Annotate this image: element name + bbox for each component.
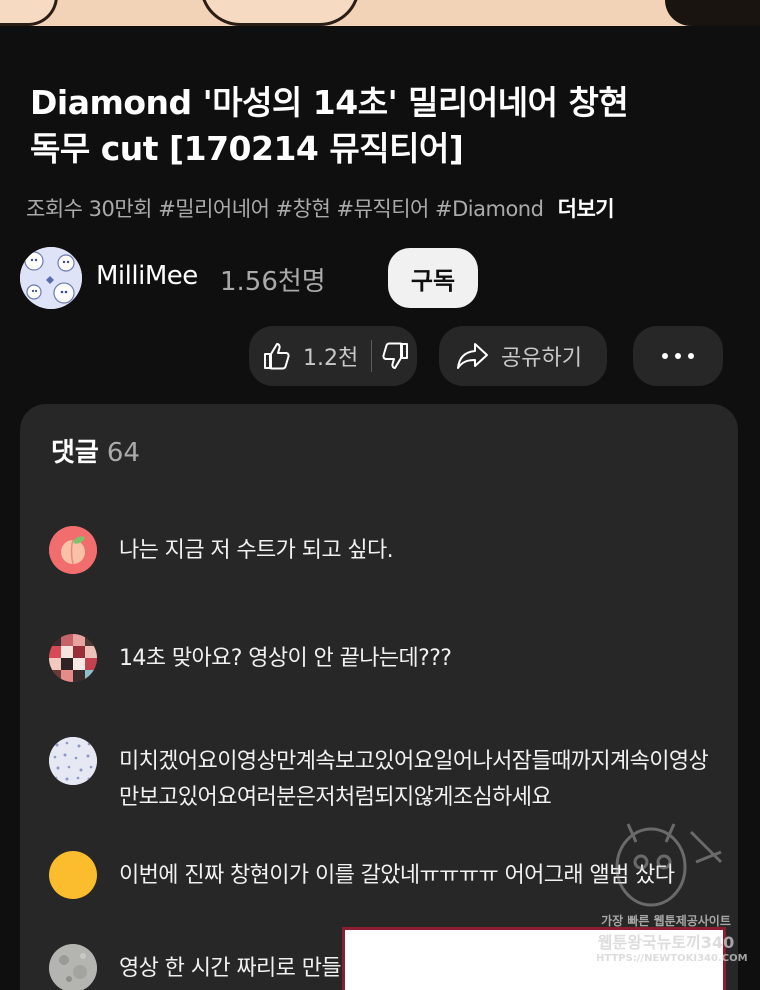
pattern-image (49, 737, 97, 785)
player-frame-graphic (200, 0, 360, 26)
more-actions-button[interactable] (633, 326, 723, 386)
share-arrow-icon (457, 343, 488, 369)
more-horizontal-icon (662, 353, 694, 359)
mosaic-image (49, 634, 97, 682)
channel-row: MilliMee 1.56천명 구독 (20, 247, 740, 309)
moon-image (49, 944, 97, 990)
pattern-avatar[interactable] (49, 737, 97, 785)
like-button[interactable]: 1.2천 (249, 326, 371, 386)
player-frame-graphic (0, 0, 58, 26)
video-title-line: 독무 cut [170214 뮤직티어] (30, 129, 464, 168)
like-count: 1.2천 (303, 346, 359, 371)
comment-text: 미치겠어요이영상만계속보고있어요일어나서잠들때까지계속이영상만보고있어요여러분은… (119, 749, 709, 810)
watermark: 가장 빠른 웹툰제공사이트 웹툰왕국뉴토끼340 HTTPS://NEWTOKI… (596, 912, 748, 964)
thumbs-down-icon (381, 342, 408, 369)
comments-header: 댓글 64 (51, 432, 140, 469)
peach-icon (49, 526, 97, 574)
more-button[interactable]: 더보기 (558, 197, 615, 221)
video-title-line: Diamond '마성의 14초' 밀리어네어 창현 (30, 83, 629, 122)
comments-title: 댓글 (51, 438, 99, 468)
thumbs-up-icon (264, 343, 290, 370)
channel-name[interactable]: MilliMee (96, 261, 198, 291)
comment-text: 14초 맞아요? 영상이 안 끝나는데??? (119, 646, 452, 671)
share-button[interactable]: 공유하기 (439, 326, 607, 386)
comments-count: 64 (106, 438, 140, 468)
watermark-line: 웹툰왕국뉴토끼340 (597, 933, 735, 952)
like-dislike-group: 1.2천 (249, 326, 417, 386)
share-label: 공유하기 (501, 346, 582, 371)
video-title: Diamond '마성의 14초' 밀리어네어 창현 독무 cut [17021… (30, 80, 730, 172)
yellow-avatar[interactable] (49, 851, 97, 899)
watermark-line: 가장 빠른 웹툰제공사이트 (601, 914, 731, 928)
peach-avatar[interactable] (49, 526, 97, 574)
player-frame-graphic (665, 0, 760, 26)
moon-avatar[interactable] (49, 944, 97, 990)
comment-text: 나는 지금 저 수트가 되고 싶다. (119, 538, 394, 563)
subscriber-count: 1.56천명 (220, 267, 326, 297)
subscribe-button[interactable]: 구독 (388, 248, 478, 308)
video-description-row[interactable]: 조회수 30만회 #밀리어네어 #창현 #뮤직티어 #Diamond 더보기 (26, 193, 615, 223)
dislike-button[interactable] (372, 326, 417, 386)
view-count: 조회수 30만회 (26, 197, 153, 221)
channel-avatar-image (20, 247, 82, 309)
video-player-edge[interactable] (0, 0, 760, 26)
watermark-line: HTTPS://NEWTOKI340.COM (596, 953, 748, 964)
mosaic-avatar[interactable] (49, 634, 97, 682)
channel-avatar[interactable] (20, 247, 82, 309)
hashtags[interactable]: #밀리어네어 #창현 #뮤직티어 #Diamond (158, 197, 544, 221)
